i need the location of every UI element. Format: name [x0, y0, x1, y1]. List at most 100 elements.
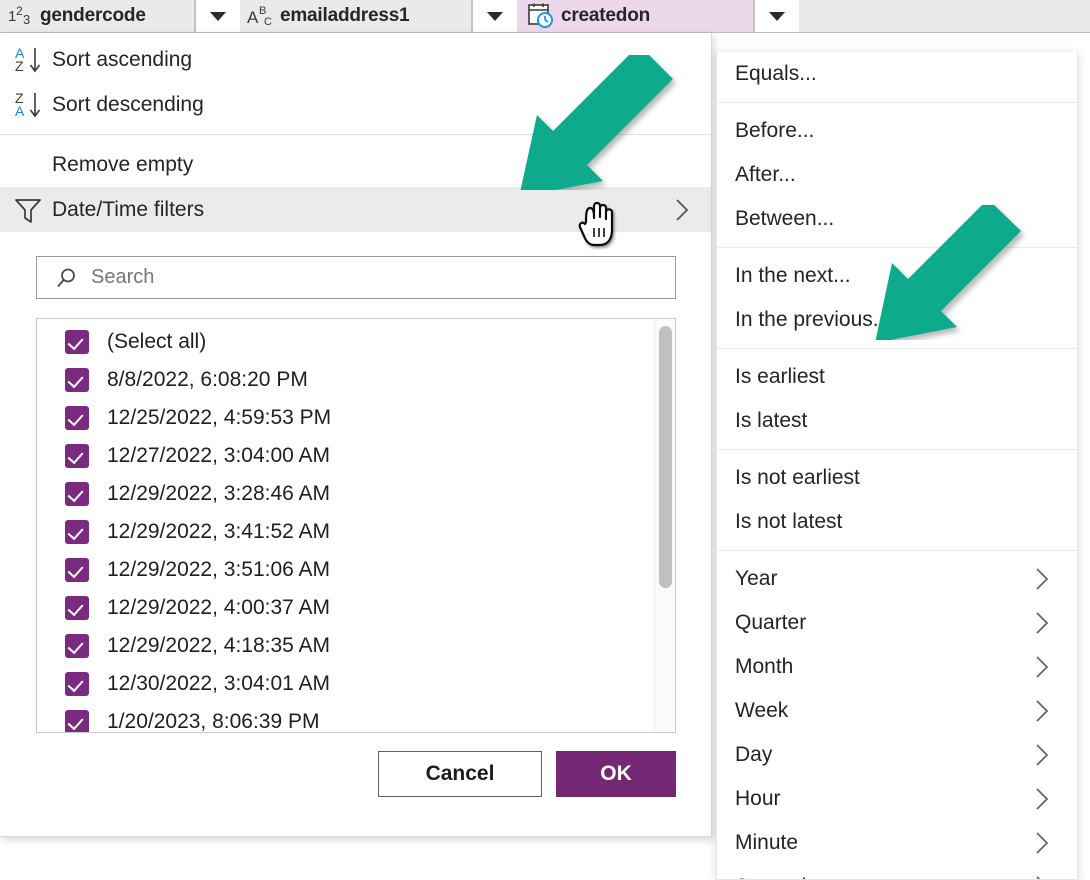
submenu-item-label: Minute [735, 831, 798, 855]
column-header-gendercode[interactable]: 1 2 3 gendercode [0, 0, 195, 32]
checkbox-checked-icon[interactable] [65, 482, 89, 506]
checkbox-checked-icon[interactable] [65, 710, 89, 733]
filter-value-label: 12/25/2022, 4:59:53 PM [107, 406, 331, 430]
filter-value-label: 1/20/2023, 8:06:39 PM [107, 710, 320, 733]
submenu-item-label: Before... [735, 119, 814, 143]
submenu-item-label: Year [735, 567, 777, 591]
menu-item-sort-ascending[interactable]: A Z Sort ascending [0, 37, 711, 82]
menu-item-sort-descending[interactable]: Z A Sort descending [0, 82, 711, 127]
checkbox-checked-icon[interactable] [65, 520, 89, 544]
filter-value-row[interactable]: 1/20/2023, 8:06:39 PM [37, 703, 653, 733]
submenu-item-label: In the previous... [735, 308, 890, 332]
svg-text:C: C [264, 16, 272, 28]
submenu-item-quarter[interactable]: Quarter [717, 601, 1077, 645]
submenu-item-in-the-next[interactable]: In the next... [717, 254, 1077, 298]
chevron-right-icon [1033, 566, 1051, 592]
filter-value-row[interactable]: 12/29/2022, 3:51:06 AM [37, 551, 653, 589]
filter-value-label: 12/30/2022, 3:04:01 AM [107, 672, 330, 696]
filter-value-row[interactable]: 12/29/2022, 4:00:37 AM [37, 589, 653, 627]
submenu-item-after[interactable]: After... [717, 153, 1077, 197]
checkbox-checked-icon[interactable] [65, 444, 89, 468]
search-input[interactable] [89, 265, 613, 290]
filter-value-label: 8/8/2022, 6:08:20 PM [107, 368, 308, 392]
submenu-item-label: Quarter [735, 611, 806, 635]
menu-item-remove-empty[interactable]: Remove empty [0, 142, 711, 187]
checkbox-checked-icon[interactable] [65, 596, 89, 620]
chevron-right-icon [1033, 874, 1051, 880]
filter-value-row[interactable]: 12/25/2022, 4:59:53 PM [37, 399, 653, 437]
menu-item-datetime-filters[interactable]: Date/Time filters [0, 187, 711, 232]
submenu-item-week[interactable]: Week [717, 689, 1077, 733]
dialog-button-row: Cancel OK [0, 751, 712, 797]
column-header-label: gendercode [40, 5, 146, 27]
submenu-item-label: After... [735, 163, 796, 187]
filter-value-label: 12/29/2022, 3:51:06 AM [107, 558, 330, 582]
filter-value-row[interactable]: 12/27/2022, 3:04:00 AM [37, 437, 653, 475]
checkbox-checked-icon[interactable] [65, 406, 89, 430]
submenu-item-minute[interactable]: Minute [717, 821, 1077, 865]
filter-value-row[interactable]: 12/29/2022, 4:18:35 AM [37, 627, 653, 665]
submenu-item-in-the-previous[interactable]: In the previous... [717, 298, 1077, 342]
submenu-item-day[interactable]: Day [717, 733, 1077, 777]
checkbox-checked-icon[interactable] [65, 634, 89, 658]
filter-value-row[interactable]: 12/29/2022, 3:41:52 AM [37, 513, 653, 551]
filter-values-list[interactable]: (Select all) 8/8/2022, 6:08:20 PM 12/25/20… [36, 318, 676, 733]
submenu-item-is-latest[interactable]: Is latest [717, 399, 1077, 443]
datetime-filters-submenu: Equals... Before... After... Between... In t… [716, 52, 1078, 880]
checkbox-checked-icon[interactable] [65, 330, 89, 354]
svg-text:Z: Z [15, 58, 24, 74]
list-scrollbar-thumb[interactable] [659, 326, 672, 588]
filter-value-row[interactable]: 8/8/2022, 6:08:20 PM [37, 361, 653, 399]
ok-button[interactable]: OK [556, 751, 676, 797]
menu-separator [0, 134, 711, 135]
chevron-down-icon [487, 12, 503, 21]
submenu-item-year[interactable]: Year [717, 557, 1077, 601]
submenu-separator [717, 247, 1077, 248]
submenu-item-label: Second [735, 875, 806, 880]
svg-text:2: 2 [16, 4, 23, 18]
submenu-item-is-not-earliest[interactable]: Is not earliest [717, 456, 1077, 500]
menu-item-label: Sort ascending [52, 48, 192, 72]
search-box[interactable] [36, 256, 676, 299]
cancel-button[interactable]: Cancel [378, 751, 542, 797]
submenu-item-second[interactable]: Second [717, 865, 1077, 880]
column-header-createdon[interactable]: createdon [517, 0, 754, 32]
header-filler [799, 0, 1090, 32]
submenu-item-before[interactable]: Before... [717, 109, 1077, 153]
checkbox-checked-icon[interactable] [65, 368, 89, 392]
filter-value-row[interactable]: 12/30/2022, 3:04:01 AM [37, 665, 653, 703]
menu-item-label: Sort descending [52, 93, 204, 117]
submenu-item-label: Week [735, 699, 788, 723]
submenu-item-label: Day [735, 743, 772, 767]
checkbox-checked-icon[interactable] [65, 672, 89, 696]
column-dropdown-emailaddress1[interactable] [472, 0, 517, 32]
filter-value-row[interactable]: 12/29/2022, 3:28:46 AM [37, 475, 653, 513]
chevron-right-icon [1033, 742, 1051, 768]
submenu-item-label: Is not latest [735, 510, 842, 534]
submenu-separator [717, 348, 1077, 349]
filter-value-label: (Select all) [107, 330, 206, 354]
submenu-item-is-not-latest[interactable]: Is not latest [717, 500, 1077, 544]
svg-text:A: A [247, 8, 259, 27]
column-dropdown-gendercode[interactable] [195, 0, 240, 32]
submenu-item-hour[interactable]: Hour [717, 777, 1077, 821]
column-header-emailaddress1[interactable]: A B C emailaddress1 [240, 0, 472, 32]
column-dropdown-createdon[interactable] [754, 0, 799, 32]
number-type-icon: 1 2 3 [6, 4, 36, 28]
submenu-item-is-earliest[interactable]: Is earliest [717, 355, 1077, 399]
submenu-item-between[interactable]: Between... [717, 197, 1077, 241]
filter-value-label: 12/29/2022, 4:00:37 AM [107, 596, 330, 620]
menu-item-label: Date/Time filters [52, 198, 204, 222]
submenu-item-month[interactable]: Month [717, 645, 1077, 689]
chevron-right-icon [1033, 786, 1051, 812]
checkbox-checked-icon[interactable] [65, 558, 89, 582]
filter-value-row[interactable]: (Select all) [37, 323, 653, 361]
submenu-item-label: Between... [735, 207, 834, 231]
submenu-item-label: Is latest [735, 409, 807, 433]
submenu-item-equals[interactable]: Equals... [717, 52, 1077, 96]
menu-item-label: Remove empty [52, 153, 193, 177]
chevron-down-icon [769, 12, 785, 21]
list-scrollbar-track[interactable] [654, 320, 674, 731]
search-icon [55, 266, 79, 290]
submenu-item-label: Hour [735, 787, 781, 811]
